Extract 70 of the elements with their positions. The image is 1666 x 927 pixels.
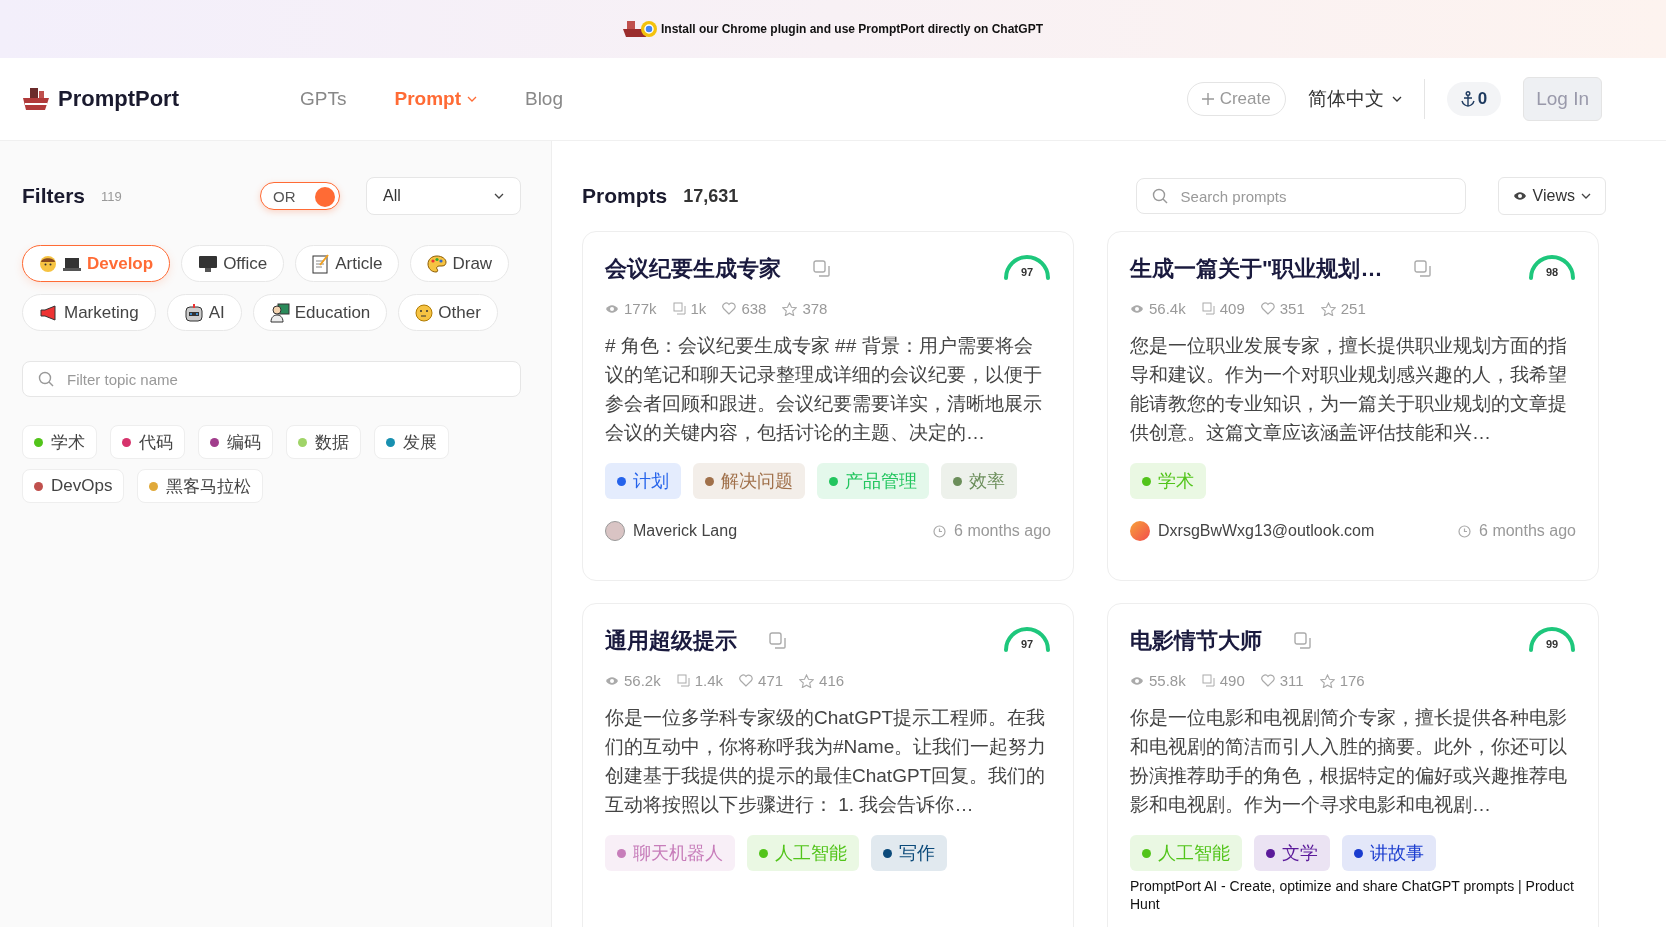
category-chip[interactable]: Draw [410, 245, 510, 282]
prompt-title[interactable]: 会议纪要生成专家 [605, 254, 781, 284]
tag-chip[interactable]: 讲故事 [1342, 835, 1436, 871]
copies-stat: 490 [1201, 672, 1245, 689]
likes-stat: 471 [739, 672, 784, 689]
nav-link[interactable]: GPTs [300, 88, 347, 110]
score-value: 98 [1544, 266, 1560, 278]
copies-stat: 1.4k [676, 672, 724, 689]
category-chip[interactable]: Office [181, 245, 285, 282]
topic-chip[interactable]: DevOps [22, 469, 125, 503]
filters-title: Filters [22, 184, 86, 208]
prompt-title[interactable]: 电影情节大师 [1130, 626, 1262, 656]
prompt-description: # 角色：会议纪要生成专家 ## 背景：用户需要将会议的笔记和聊天记录整理成详细的会议纪要，以便于参会者回顾和跟进。会议纪要需要详实，清晰地展示会议的关键内容，包括讨论的主题、决定的… [605, 334, 1043, 445]
prompt-description: 你是一位多学科专家级的ChatGPT提示工程师。在我们的互动中，你将称呼我为#Name。让我们一起努力创建基于我提供的提示的最佳ChatGPT回复。我们的互动将按照以下步骤进行： 1. 我会告诉你… [605, 706, 1048, 817]
views-stat: 177k [605, 300, 657, 317]
tag-chip[interactable]: 写作 [871, 835, 947, 871]
filters-count: 119 [101, 188, 122, 204]
time-ago: 6 months ago [1479, 522, 1576, 540]
topic-chip[interactable]: 编码 [198, 425, 273, 459]
prompt-card[interactable]: 通用超级提示 97 56.2k 1.4k 471 416 你是一位多学科专家级的ChatGPT提示工程师。在我们的互动中，你将称呼我为#Name。让我们一起努力创建基于我提供的提示的最佳ChatGPT回复。我们的互动将按照以下步骤进行： 1. 我会告诉你… 聊天机器人 人工智能 写作 [582, 603, 1074, 927]
prompt-search-field[interactable]: Search prompts [1135, 178, 1466, 214]
author-name[interactable]: DxrsgBwWxg13@outlook.com [1158, 522, 1375, 540]
nav-link[interactable]: Blog [524, 88, 563, 110]
topic-chip[interactable]: 代码 [110, 425, 185, 459]
sort-dropdown[interactable]: Views [1497, 177, 1606, 215]
views-stat: 56.4k [1130, 300, 1186, 317]
likes-stat: 351 [1260, 300, 1305, 317]
topic-chip[interactable]: 黑客马拉松 [137, 469, 264, 503]
language-dropdown[interactable]: 简体中文 [1307, 86, 1402, 112]
tag-chip[interactable]: 计划 [605, 463, 681, 499]
points-badge[interactable]: 0 [1446, 82, 1502, 116]
category-chip[interactable]: AI [166, 294, 242, 331]
likes-stat: 311 [1260, 672, 1304, 689]
tag-chip[interactable]: 文学 [1254, 835, 1330, 871]
tag-chip[interactable]: 解决问题 [693, 463, 805, 499]
topic-chip[interactable]: 数据 [286, 425, 361, 459]
prompt-card[interactable]: 生成一篇关于"职业规划… 98 56.4k 409 351 251 您是一位职业发展专家，擅长提供职业规划方面的指导和建议。作为一个对职业规划感兴趣的人，我希望能请教您的专业知识，为一篇关于职业规划的文章提供创意。这篇文章应该涵盖评估技能和兴… 学术 DxrsgBwWxg13@outlook.com 6 months ago [1107, 231, 1599, 581]
logo-text[interactable]: PromptPort [58, 86, 179, 112]
score-value: 97 [1019, 266, 1035, 278]
filter-select[interactable]: All [366, 177, 521, 215]
copies-stat: 1k [672, 300, 707, 317]
category-chip[interactable]: Article [295, 245, 400, 282]
topic-chip[interactable]: 发展 [374, 425, 449, 459]
banner-text[interactable]: Install our Chrome plugin and use PromptPort directly on ChatGPT [661, 22, 1043, 36]
score-value: 99 [1544, 638, 1560, 650]
broken-image-alt-text: PromptPort AI - Create, optimize and share ChatGPT prompts | Product Hunt [1130, 877, 1575, 913]
topic-chip[interactable]: 学术 [22, 425, 97, 459]
prompt-card[interactable]: 会议纪要生成专家 97 177k 1k 638 378 # 角色：会议纪要生成专家 ## 背景：用户需要将会议的笔记和聊天记录整理成详细的会议纪要，以便于参会者回顾和跟进。会议纪要需要详实，清晰地展示会议的关键内容，包括讨论的主题、决定的… 计划 解决问题 产品管理 效率 Maverick Lang 6 months ago [582, 231, 1074, 581]
category-chip[interactable]: Marketing [22, 294, 156, 331]
topic-search-field[interactable]: Filter topic name [22, 361, 521, 397]
stars-stat: 176 [1319, 672, 1365, 689]
category-chip[interactable]: Other [398, 294, 498, 331]
prompt-title[interactable]: 生成一篇关于"职业规划… [1130, 254, 1383, 284]
category-chip[interactable]: Education [252, 294, 388, 331]
or-toggle[interactable]: OR [260, 182, 340, 210]
prompt-title[interactable]: 通用超级提示 [605, 626, 737, 656]
stars-stat: 251 [1320, 300, 1366, 317]
likes-stat: 638 [722, 300, 767, 317]
stars-stat: 378 [782, 300, 828, 317]
prompt-description: 您是一位职业发展专家，擅长提供职业规划方面的指导和建议。作为一个对职业规划感兴趣的人，我希望能请教您的专业知识，为一篇关于职业规划的文章提供创意。这篇文章应该涵盖评估技能和兴… [1130, 334, 1568, 445]
prompts-count: 17,631 [683, 185, 739, 207]
views-stat: 56.2k [605, 672, 661, 689]
author-name[interactable]: Maverick Lang [633, 522, 738, 540]
views-stat: 55.8k [1130, 672, 1186, 689]
time-ago: 6 months ago [954, 522, 1051, 540]
copies-stat: 409 [1201, 300, 1245, 317]
prompts-title: Prompts [582, 184, 668, 208]
stars-stat: 416 [799, 672, 845, 689]
score-value: 97 [1019, 638, 1035, 650]
prompt-description: 你是一位电影和电视剧简介专家，擅长提供各种电影和电视剧的简洁而引人入胜的摘要。此外，你还可以扮演推荐助手的角色，根据特定的偏好或兴趣推荐电影和电视剧。作为一个寻求电影和电视剧… [1130, 706, 1568, 817]
